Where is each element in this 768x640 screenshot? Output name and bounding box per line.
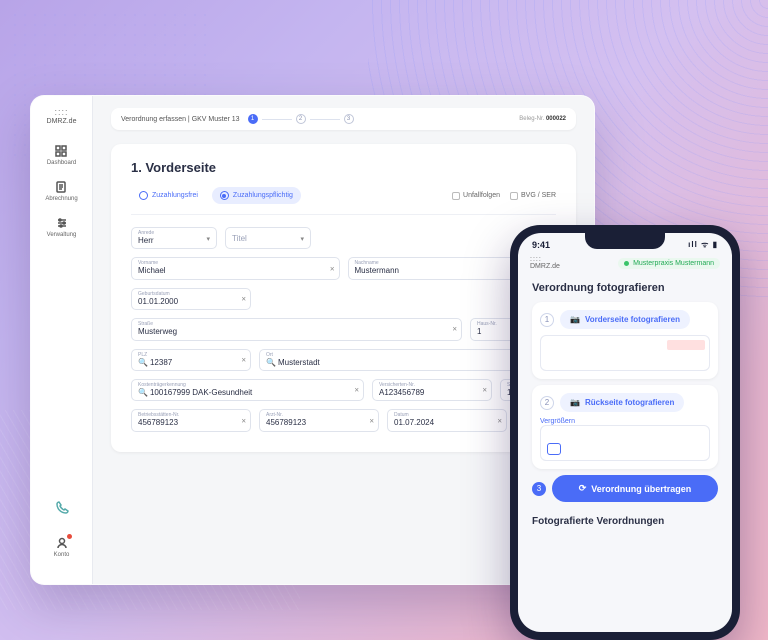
clear-icon[interactable]: × — [241, 294, 246, 303]
step-3[interactable]: 3 — [344, 114, 354, 124]
user-icon — [55, 536, 69, 550]
step-number: 2 — [540, 396, 554, 410]
phone-screen: 9:41 ıll ᯤ ▮ ::::DMRZ.de Musterpraxis Mu… — [518, 233, 732, 632]
clear-icon[interactable]: × — [354, 386, 359, 395]
kostentraeger-field[interactable]: Kostenträgerkennung🔍100167999 DAK-Gesund… — [131, 379, 364, 401]
transfer-button[interactable]: ⟳ Verordnung übertragen — [552, 475, 718, 502]
anrede-select[interactable]: AnredeHerr ▾ — [131, 227, 217, 249]
status-time: 9:41 — [532, 240, 550, 250]
sync-icon: ⟳ — [579, 483, 587, 494]
geburtsdatum-field[interactable]: Geburtsdatum01.01.2000× — [131, 288, 251, 310]
versicherten-field[interactable]: Versicherten-Nr.A123456789× — [372, 379, 492, 401]
step-1[interactable]: 1 — [248, 114, 258, 124]
sidebar-item-label: Dashboard — [47, 160, 76, 166]
step-2[interactable]: 2 — [296, 114, 306, 124]
radio-icon — [220, 191, 229, 200]
step-number: 3 — [532, 482, 546, 496]
stepper: 1 2 3 — [248, 114, 354, 124]
chevron-down-icon: ▾ — [206, 235, 210, 243]
vorname-field[interactable]: VornameMichael× — [131, 257, 340, 279]
phone-footer-title: Fotografierte Verordnungen — [518, 508, 732, 527]
plz-field[interactable]: PLZ🔍12387× — [131, 349, 251, 371]
clear-icon[interactable]: × — [497, 416, 502, 425]
camera-icon: 📷 — [570, 398, 580, 407]
step1-card: 1 📷 Vorderseite fotografieren — [532, 302, 718, 379]
clear-icon[interactable]: × — [241, 355, 246, 364]
sidebar-item-konto[interactable]: Konto — [54, 536, 70, 558]
grid-icon — [54, 144, 68, 158]
document-icon — [54, 180, 68, 194]
step-number: 1 — [540, 313, 554, 327]
back-thumbnail[interactable] — [540, 425, 710, 461]
sidebar-item-label: Verwaltung — [47, 232, 77, 238]
expand-link[interactable]: Vergrößern — [540, 418, 710, 425]
step2-card: 2 📷 Rückseite fotografieren Vergrößern — [532, 385, 718, 469]
phone-icon — [55, 500, 69, 514]
phone-brand: ::::DMRZ.de — [530, 256, 560, 270]
brand-logo: ::::DMRZ.de — [47, 108, 77, 126]
checkbox-unfallfolgen[interactable]: Unfallfolgen — [452, 192, 500, 200]
datum-field[interactable]: Datum01.07.2024× — [387, 409, 507, 431]
front-thumbnail[interactable] — [540, 335, 710, 371]
step3-row: 3 ⟳ Verordnung übertragen — [532, 475, 718, 502]
sidebar-item-label: Konto — [54, 552, 70, 558]
topbar: Verordnung erfassen | GKV Muster 13 1 2 … — [111, 108, 576, 130]
form-card: 1. Vorderseite Zuzahlungsfrei Zuzahlungs… — [111, 144, 576, 452]
section-title: 1. Vorderseite — [131, 160, 556, 175]
capture-front-button[interactable]: 📷 Vorderseite fotografieren — [560, 310, 690, 329]
sidebar-item-abrechnung[interactable]: Abrechnung — [45, 180, 77, 202]
sidebar-item-verwaltung[interactable]: Verwaltung — [47, 216, 77, 238]
phone-title: Verordnung fotografieren — [532, 282, 718, 294]
sidebar-phone-link[interactable] — [55, 500, 69, 514]
payment-row: Zuzahlungsfrei Zuzahlungspflichtig Unfal… — [131, 187, 556, 215]
clear-icon[interactable]: × — [482, 386, 487, 395]
checkbox-bvg-ser[interactable]: BVG / SER — [510, 192, 556, 200]
search-icon: 🔍 — [138, 358, 148, 367]
clear-icon[interactable]: × — [241, 416, 246, 425]
phone-frame: 9:41 ıll ᯤ ▮ ::::DMRZ.de Musterpraxis Mu… — [510, 225, 740, 640]
sidebar-item-label: Abrechnung — [45, 196, 77, 202]
clear-icon[interactable]: × — [330, 264, 335, 273]
camera-icon: 📷 — [570, 315, 580, 324]
search-icon: 🔍 — [266, 358, 276, 367]
betriebsstaetten-field[interactable]: Betriebsstätten-Nr.456789123× — [131, 409, 251, 431]
chevron-down-icon: ▾ — [300, 235, 304, 243]
strasse-field[interactable]: StraßeMusterweg× — [131, 318, 462, 340]
practice-pill[interactable]: Musterpraxis Mustermann — [618, 258, 720, 269]
clear-icon[interactable]: × — [369, 416, 374, 425]
scan-icon — [547, 443, 561, 455]
search-icon: 🔍 — [138, 388, 148, 397]
radio-icon — [139, 191, 148, 200]
sidebar-item-dashboard[interactable]: Dashboard — [47, 144, 76, 166]
clear-icon[interactable]: × — [452, 325, 457, 334]
beleg-number: Beleg-Nr. 000022 — [519, 116, 566, 122]
status-icons: ıll ᯤ ▮ — [688, 239, 718, 250]
breadcrumb: Verordnung erfassen | GKV Muster 13 — [121, 116, 240, 123]
radio-zuzahlungsfrei[interactable]: Zuzahlungsfrei — [131, 187, 206, 204]
sliders-icon — [55, 216, 69, 230]
sidebar: ::::DMRZ.de Dashboard Abrechnung Verwalt… — [31, 96, 93, 584]
capture-back-button[interactable]: 📷 Rückseite fotografieren — [560, 393, 684, 412]
titel-select[interactable]: Titel ▾ — [225, 227, 311, 249]
radio-zuzahlungspflichtig[interactable]: Zuzahlungspflichtig — [212, 187, 301, 204]
arzt-field[interactable]: Arzt-Nr.456789123× — [259, 409, 379, 431]
